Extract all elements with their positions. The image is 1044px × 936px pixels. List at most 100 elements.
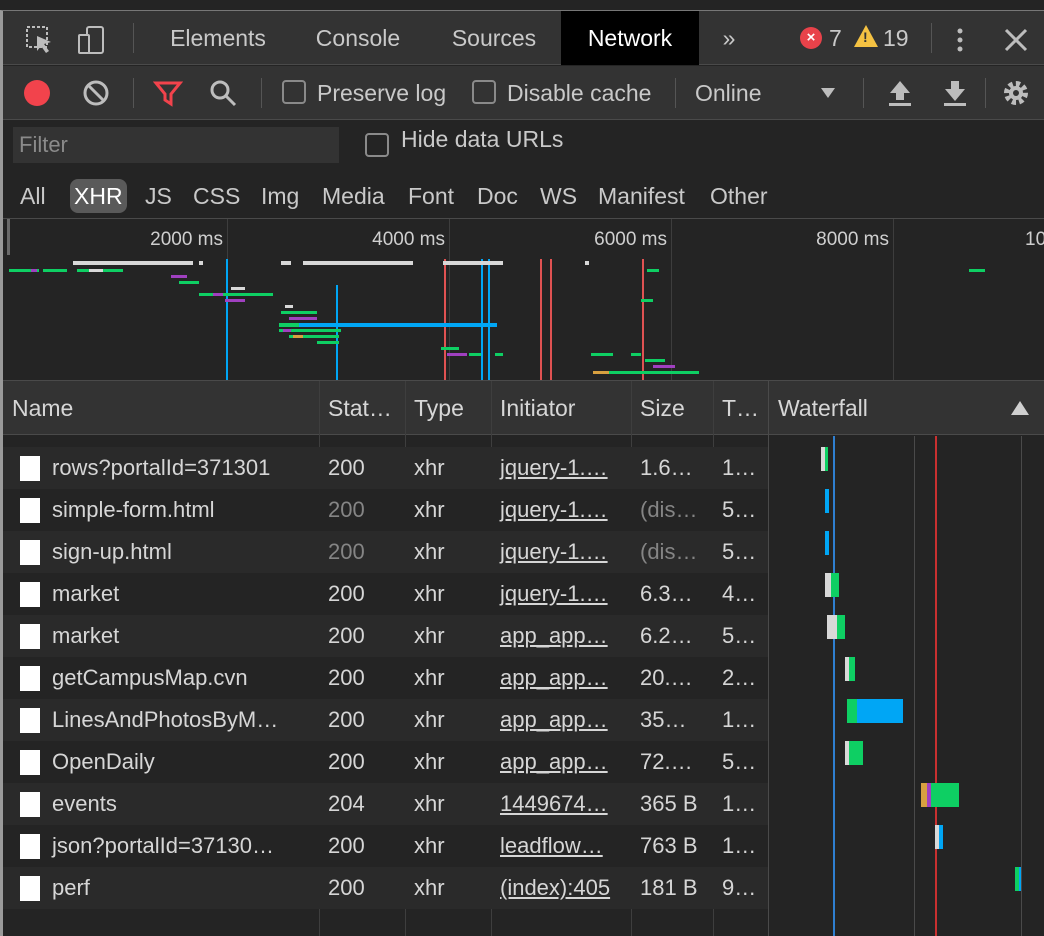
waterfall-bar[interactable] [827,615,837,639]
disable-cache-checkbox[interactable] [472,80,496,104]
waterfall-bar[interactable] [831,573,839,597]
waterfall-bar[interactable] [849,657,855,681]
request-size: 6.2… [640,623,693,648]
divider [133,23,134,53]
column-header-status[interactable]: Stat… [319,381,405,435]
column-header-initiator[interactable]: Initiator [491,381,631,435]
request-initiator[interactable]: app_app… [491,699,631,741]
request-name[interactable]: rows?portalId=371301 [43,447,317,489]
error-count[interactable]: 7 [829,11,842,65]
request-name[interactable]: OpenDaily [43,741,317,783]
request-initiator[interactable]: app_app… [491,615,631,657]
request-initiator[interactable]: app_app… [491,657,631,699]
filter-icon[interactable] [153,78,183,108]
table-row[interactable]: sign-up.html 200 xhr jquery-1.… (dis… 5… [3,531,768,573]
timeline-overview[interactable]: 2000 ms 4000 ms 6000 ms 8000 ms 10 [3,219,1044,381]
waterfall-bar[interactable] [849,741,863,765]
column-header-waterfall[interactable]: Waterfall [769,381,999,435]
hide-data-urls-checkbox[interactable] [365,133,389,157]
hide-data-urls-label[interactable]: Hide data URLs [401,117,563,161]
filter-type-doc[interactable]: Doc [477,179,518,213]
request-name[interactable]: events [43,783,317,825]
waterfall-bar[interactable] [825,447,828,471]
column-header-time[interactable]: T… [713,381,769,435]
request-name[interactable]: market [43,573,317,615]
waterfall-bar[interactable] [825,489,829,513]
tab-network[interactable]: Network [561,11,699,65]
filter-type-font[interactable]: Font [408,179,454,213]
column-header-size[interactable]: Size [631,381,713,435]
filter-type-ws[interactable]: WS [540,179,577,213]
request-initiator[interactable]: (index):405 [491,867,631,909]
table-row[interactable]: rows?portalId=371301 200 xhr jquery-1.… 1.6…… [3,447,768,489]
waterfall-bar[interactable] [1019,867,1021,891]
search-icon[interactable] [208,78,238,108]
gear-icon[interactable] [1001,78,1031,108]
download-icon[interactable] [940,78,970,108]
more-tabs-button[interactable]: » [709,11,749,65]
record-button[interactable] [24,80,50,106]
clear-icon[interactable] [81,78,111,108]
filter-bar: Hide data URLs All XHR JS CSS Img Media … [3,121,1044,219]
table-row[interactable]: market 200 xhr app_app… 6.2… 5… [3,615,768,657]
waterfall-bar[interactable] [837,615,845,639]
filter-type-xhr[interactable]: XHR [70,179,127,213]
filter-type-other[interactable]: Other [710,179,768,213]
device-toolbar-icon[interactable] [77,25,107,55]
table-row[interactable]: market 200 xhr jquery-1.… 6.3… 4… [3,573,768,615]
throttling-select[interactable]: Online [695,66,761,120]
filter-type-media[interactable]: Media [322,179,385,213]
request-initiator[interactable]: app_app… [491,741,631,783]
table-row[interactable]: LinesAndPhotosByM… 200 xhr app_app… 35… 1… [3,699,768,741]
table-row[interactable]: events 204 xhr 1449674… 365 B 1… [3,783,768,825]
table-row[interactable]: simple-form.html 200 xhr jquery-1.… (dis… 5… [3,489,768,531]
filter-type-js[interactable]: JS [145,179,172,213]
waterfall-area [769,436,1044,936]
tab-elements[interactable]: Elements [155,11,281,65]
warning-count[interactable]: 19 [883,11,909,65]
tab-sources[interactable]: Sources [435,11,553,65]
waterfall-bar[interactable] [931,783,959,807]
waterfall-bar[interactable] [857,699,903,723]
column-header-type[interactable]: Type [405,381,491,435]
inspect-element-icon[interactable] [25,25,55,55]
request-name[interactable]: sign-up.html [43,531,317,573]
disable-cache-label[interactable]: Disable cache [507,66,651,120]
request-initiator[interactable]: jquery-1.… [491,489,631,531]
column-header-name[interactable]: Name [3,381,319,435]
preserve-log-checkbox[interactable] [282,80,306,104]
filter-input[interactable] [13,127,339,163]
chevron-down-icon[interactable] [819,84,837,102]
request-name[interactable]: market [43,615,317,657]
request-initiator[interactable]: jquery-1.… [491,531,631,573]
filter-type-css[interactable]: CSS [193,179,240,213]
filter-type-img[interactable]: Img [261,179,299,213]
table-row[interactable]: OpenDaily 200 xhr app_app… 72.… 5… [3,741,768,783]
kebab-menu-icon[interactable] [945,25,975,55]
request-initiator[interactable]: leadflow… [491,825,631,867]
filter-type-manifest[interactable]: Manifest [598,179,685,213]
preserve-log-label[interactable]: Preserve log [317,66,446,120]
tab-console[interactable]: Console [299,11,417,65]
request-name[interactable]: perf [43,867,317,909]
request-name[interactable]: simple-form.html [43,489,317,531]
upload-icon[interactable] [885,78,915,108]
close-icon[interactable] [1001,25,1031,55]
filter-type-all[interactable]: All [20,179,46,213]
waterfall-bar[interactable] [847,699,857,723]
error-icon[interactable]: × [800,27,822,49]
waterfall-bar[interactable] [939,825,943,849]
request-name[interactable]: json?portalId=37130… [43,825,317,867]
waterfall-bar[interactable] [825,531,829,555]
request-type: xhr [414,833,445,858]
request-name[interactable]: LinesAndPhotosByM… [43,699,317,741]
request-time: 5… [722,497,757,522]
sort-up-icon[interactable] [1011,401,1029,415]
table-row[interactable]: getCampusMap.cvn 200 xhr app_app… 20.… 2… [3,657,768,699]
table-row[interactable]: json?portalId=37130… 200 xhr leadflow… 763 B… [3,825,768,867]
request-initiator[interactable]: 1449674… [491,783,631,825]
request-initiator[interactable]: jquery-1.… [491,573,631,615]
request-name[interactable]: getCampusMap.cvn [43,657,317,699]
request-initiator[interactable]: jquery-1.… [491,447,631,489]
table-row[interactable]: perf 200 xhr (index):405 181 B 9… [3,867,768,909]
